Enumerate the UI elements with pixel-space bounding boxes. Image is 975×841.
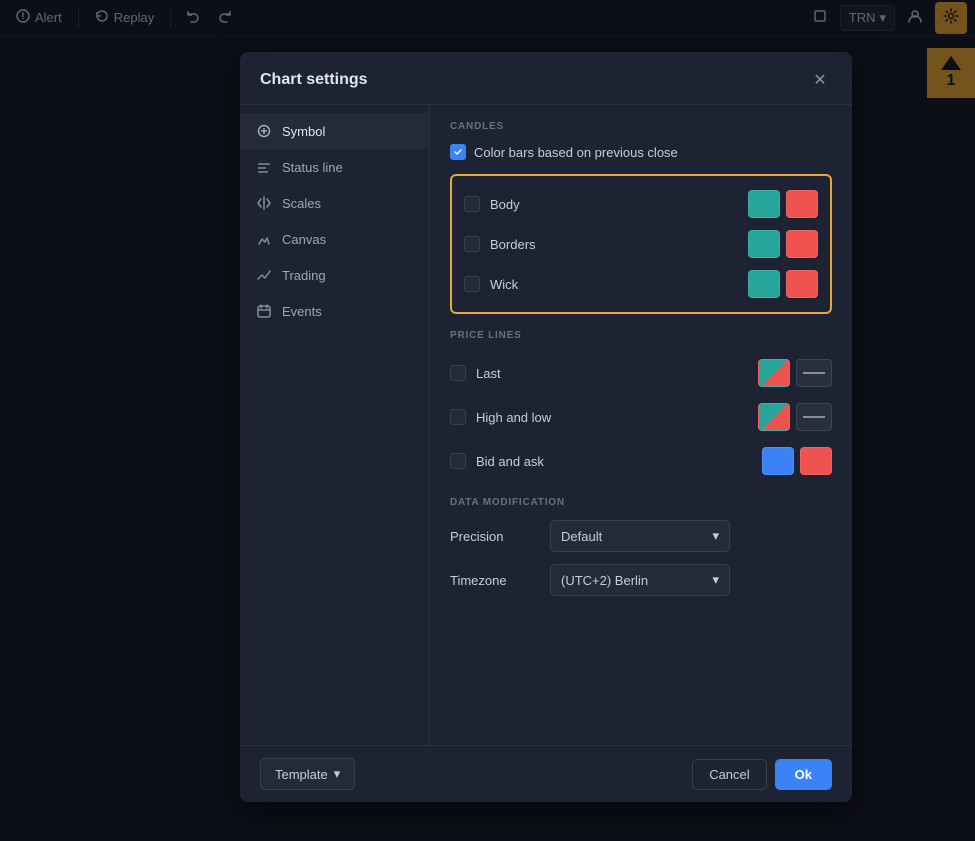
nav-symbol-label: Symbol [282,124,325,139]
nav-trading-label: Trading [282,268,326,283]
nav-canvas-label: Canvas [282,232,326,247]
status-line-icon [256,159,272,175]
high-low-line-style[interactable] [796,403,832,431]
nav-item-symbol[interactable]: Symbol [240,113,429,149]
dialog-header: Chart settings ✕ [240,52,852,105]
borders-checkbox[interactable] [464,236,480,252]
borders-swatch-red[interactable] [786,230,818,258]
price-lines-section-label: PRICE LINES [450,330,832,341]
high-low-checkbox[interactable] [450,409,466,425]
bid-ask-swatches [762,447,832,475]
bid-ask-checkbox[interactable] [450,453,466,469]
last-row: Last [450,353,832,393]
precision-select[interactable]: Default ▾ [550,520,730,552]
body-row: Body [464,184,818,224]
dialog-footer: Template ▾ Cancel Ok [240,745,852,802]
body-swatch-green[interactable] [748,190,780,218]
cancel-button[interactable]: Cancel [692,759,766,790]
bid-ask-label: Bid and ask [476,454,576,469]
high-low-color-swatch[interactable] [758,403,790,431]
last-line-style[interactable] [796,359,832,387]
nav-item-status-line[interactable]: Status line [240,149,429,185]
nav-item-canvas[interactable]: Canvas [240,221,429,257]
nav-item-events[interactable]: Events [240,293,429,329]
wick-row: Wick [464,264,818,304]
symbol-icon [256,123,272,139]
precision-chevron-icon: ▾ [712,528,719,544]
trading-icon [256,267,272,283]
template-label: Template [275,767,328,782]
wick-swatches [748,270,818,298]
chart-settings-dialog: Chart settings ✕ Symbol [240,52,852,802]
high-low-label: High and low [476,410,576,425]
timezone-label: Timezone [450,573,540,588]
dash-line-icon2 [803,416,825,418]
color-bars-checkbox[interactable] [450,144,466,160]
high-low-swatches [758,403,832,431]
precision-label: Precision [450,529,540,544]
body-swatch-red[interactable] [786,190,818,218]
nav-events-label: Events [282,304,322,319]
scales-icon [256,195,272,211]
high-low-row: High and low [450,397,832,437]
body-checkbox[interactable] [464,196,480,212]
settings-content-area: CANDLES Color bars based on previous clo… [430,105,852,745]
candles-color-grid: Body Borders [450,174,832,314]
data-mod-section-label: DATA MODIFICATION [450,497,832,508]
candles-section-label: CANDLES [450,121,832,132]
body-swatches [748,190,818,218]
wick-checkbox[interactable] [464,276,480,292]
color-bars-label: Color bars based on previous close [474,145,678,160]
last-swatches [758,359,832,387]
bid-color-swatch[interactable] [762,447,794,475]
nav-item-scales[interactable]: Scales [240,185,429,221]
timezone-select[interactable]: (UTC+2) Berlin ▾ [550,564,730,596]
nav-status-line-label: Status line [282,160,343,175]
close-dialog-button[interactable]: ✕ [808,68,832,92]
canvas-icon [256,231,272,247]
dash-line-icon [803,372,825,374]
color-bars-row: Color bars based on previous close [450,144,832,160]
dialog-title: Chart settings [260,71,368,89]
template-chevron-icon: ▾ [334,766,341,782]
borders-row: Borders [464,224,818,264]
dialog-body: Symbol Status line Scale [240,105,852,745]
settings-nav-sidebar: Symbol Status line Scale [240,105,430,745]
timezone-value: (UTC+2) Berlin [561,573,648,588]
timezone-chevron-icon: ▾ [712,572,719,588]
wick-swatch-red[interactable] [786,270,818,298]
footer-actions: Cancel Ok [692,759,832,790]
precision-value: Default [561,529,602,544]
last-label: Last [476,366,576,381]
wick-label: Wick [490,277,550,292]
template-button[interactable]: Template ▾ [260,758,355,790]
borders-label: Borders [490,237,550,252]
borders-swatches [748,230,818,258]
ask-color-swatch[interactable] [800,447,832,475]
precision-row: Precision Default ▾ [450,520,832,552]
ok-button[interactable]: Ok [775,759,832,790]
bid-ask-row: Bid and ask [450,441,832,481]
events-icon [256,303,272,319]
body-label: Body [490,197,550,212]
borders-swatch-green[interactable] [748,230,780,258]
nav-item-trading[interactable]: Trading [240,257,429,293]
wick-swatch-green[interactable] [748,270,780,298]
last-checkbox[interactable] [450,365,466,381]
last-color-swatch[interactable] [758,359,790,387]
nav-scales-label: Scales [282,196,321,211]
timezone-row: Timezone (UTC+2) Berlin ▾ [450,564,832,596]
